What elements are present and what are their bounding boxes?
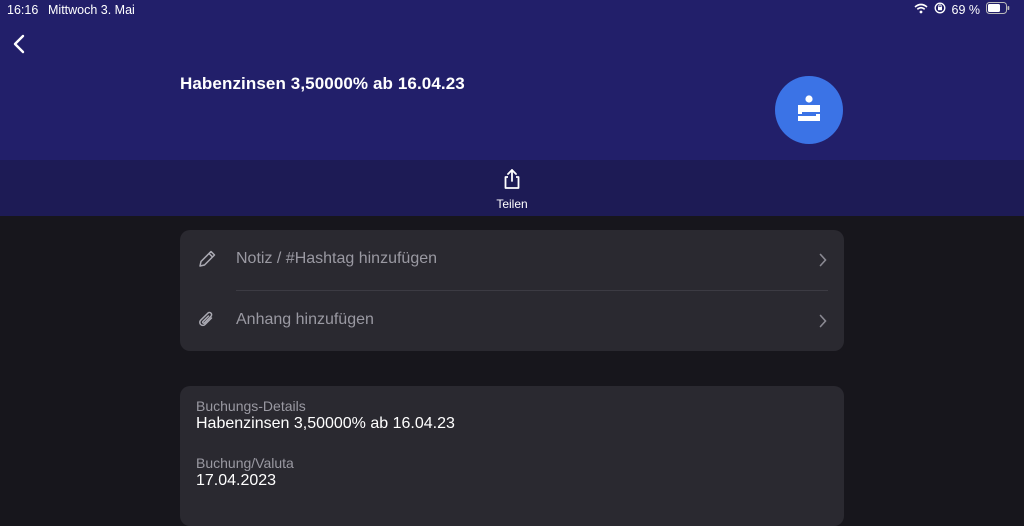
booking-details-card: Buchungs-Details Habenzinsen 3,50000% ab… — [180, 386, 844, 526]
add-note-label: Notiz / #Hashtag hinzufügen — [236, 250, 438, 267]
chevron-left-icon — [13, 34, 25, 54]
share-label: Teilen — [496, 197, 528, 211]
back-button[interactable] — [8, 32, 32, 58]
orientation-lock-icon — [934, 2, 946, 17]
status-time: 16:16 — [7, 3, 39, 17]
share-bar: Teilen — [0, 160, 1024, 216]
status-date: Mittwoch 3. Mai — [48, 3, 135, 17]
chevron-right-icon — [818, 252, 828, 268]
booking-date-value: 17.04.2023 — [196, 472, 277, 489]
booking-date-label: Buchung/Valuta — [196, 455, 294, 471]
add-note-row[interactable]: Notiz / #Hashtag hinzufügen — [180, 230, 844, 290]
pencil-icon — [196, 248, 218, 270]
add-attachment-label: Anhang hinzufügen — [236, 311, 374, 328]
status-right: 69 % — [913, 2, 1011, 17]
add-attachment-row[interactable]: Anhang hinzufügen — [180, 291, 844, 351]
page-title: Habenzinsen 3,50000% ab 16.04.23 — [180, 74, 465, 93]
booking-details-label: Buchungs-Details — [196, 398, 306, 414]
status-bar: 16:16 Mittwoch 3. Mai 69 % — [0, 0, 1024, 20]
paperclip-icon — [196, 309, 218, 331]
share-button[interactable]: Teilen — [486, 168, 538, 211]
wifi-icon — [913, 3, 928, 17]
actions-card: Notiz / #Hashtag hinzufügen Anhang hinzu… — [180, 230, 844, 351]
sparkasse-icon — [775, 76, 843, 144]
booking-details-value: Habenzinsen 3,50000% ab 16.04.23 — [196, 415, 455, 432]
chevron-right-icon — [818, 313, 828, 329]
battery-percent: 69 % — [951, 2, 981, 17]
share-icon — [504, 169, 520, 189]
header: 16:16 Mittwoch 3. Mai 69 % Habenzinsen 3… — [0, 0, 1024, 160]
battery-icon — [986, 2, 1010, 17]
